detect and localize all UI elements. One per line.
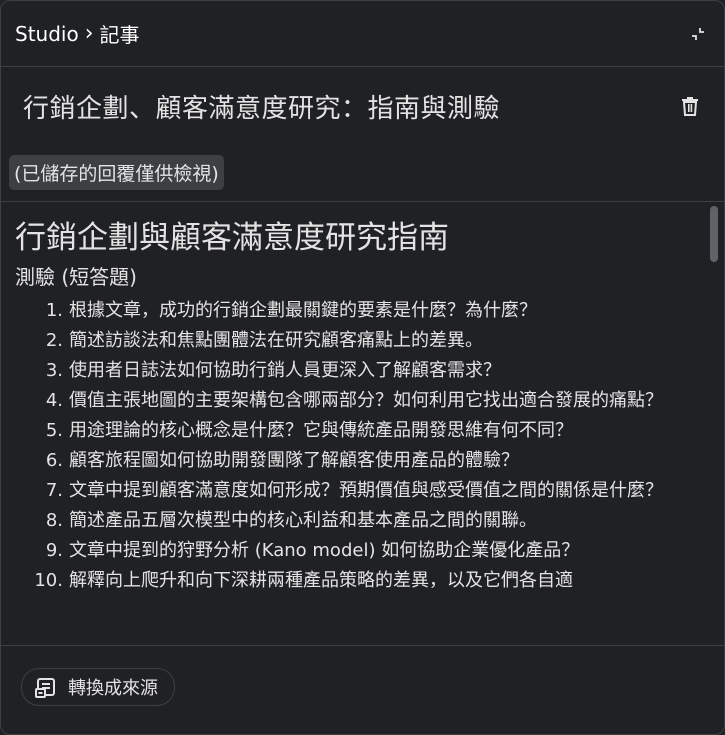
- note-title: 行銷企劃、顧客滿意度研究：指南與測驗: [23, 93, 501, 124]
- collapse-button[interactable]: [686, 22, 710, 46]
- item-number: 3.: [45, 360, 63, 381]
- status-row: (已儲存的回覆僅供檢視): [1, 145, 724, 191]
- panel-header: Studio › 記事: [1, 1, 724, 67]
- item-number: 7.: [45, 480, 63, 501]
- item-number: 4.: [45, 390, 63, 411]
- doc-title: 行銷企劃與顧客滿意度研究指南: [15, 220, 449, 256]
- panel-footer: 轉換成來源: [1, 645, 724, 731]
- item-number: 6.: [45, 450, 63, 471]
- item-number: 9.: [45, 540, 63, 561]
- note-content: 行銷企劃與顧客滿意度研究指南 測驗 (短答題) 1. 根據文章，成功的行銷企劃最關…: [1, 202, 724, 645]
- item-text: 使用者日誌法如何協助行銷人員更深入了解顧客需求？: [69, 360, 501, 381]
- breadcrumb-separator: ›: [84, 20, 94, 46]
- item-text: 價值主張地圖的主要架構包含哪兩部分？如何利用它找出適合發展的痛點？: [69, 390, 663, 411]
- list-item: 10. 解釋向上爬升和向下深耕兩種產品策略的差異，以及它們各自適: [15, 566, 724, 596]
- list-item: 8. 簡述產品五層次模型中的核心利益和基本產品之間的關聯。: [15, 506, 724, 536]
- item-text: 文章中提到顧客滿意度如何形成？預期價值與感受價值之間的關係是什麼？: [69, 480, 663, 501]
- item-number: 8.: [45, 510, 63, 531]
- item-text: 根據文章，成功的行銷企劃最關鍵的要素是什麼？為什麼？: [69, 300, 537, 321]
- note-panel: Studio › 記事 行銷企劃、顧客滿意度研究：指南與測驗 (已儲存的回覆僅供…: [0, 0, 725, 735]
- list-item: 2. 簡述訪談法和焦點團體法在研究顧客痛點上的差異。: [15, 326, 724, 356]
- item-text: 用途理論的核心概念是什麼？它與傳統產品開發思維有何不同？: [69, 420, 573, 441]
- convert-label: 轉換成來源: [68, 678, 158, 699]
- item-number: 2.: [45, 330, 63, 351]
- list-item: 9. 文章中提到的狩野分析 (Kano model) 如何協助企業優化產品？: [15, 536, 724, 566]
- list-item: 3. 使用者日誌法如何協助行銷人員更深入了解顧客需求？: [15, 356, 724, 386]
- list-item: 7. 文章中提到顧客滿意度如何形成？預期價值與感受價值之間的關係是什麼？: [15, 476, 724, 506]
- breadcrumb-current: 記事: [99, 23, 140, 47]
- convert-to-source-button[interactable]: 轉換成來源: [21, 668, 175, 706]
- question-list: 1. 根據文章，成功的行銷企劃最關鍵的要素是什麼？為什麼？ 2. 簡述訪談法和焦點團…: [15, 296, 724, 596]
- item-text: 簡述訪談法和焦點團體法在研究顧客痛點上的差異。: [69, 330, 483, 351]
- scrollbar-thumb[interactable]: [710, 206, 718, 262]
- section-title: 測驗 (短答題): [15, 265, 137, 289]
- status-badge: (已儲存的回覆僅供檢視): [9, 155, 224, 190]
- item-text: 解釋向上爬升和向下深耕兩種產品策略的差異，以及它們各自適: [69, 570, 573, 591]
- list-item: 1. 根據文章，成功的行銷企劃最關鍵的要素是什麼？為什麼？: [15, 296, 724, 326]
- note-title-bar: 行銷企劃、顧客滿意度研究：指南與測驗: [1, 67, 724, 145]
- breadcrumb-studio[interactable]: Studio: [15, 22, 79, 46]
- list-item: 4. 價值主張地圖的主要架構包含哪兩部分？如何利用它找出適合發展的痛點？: [15, 386, 724, 416]
- item-text: 顧客旅程圖如何協助開發團隊了解顧客使用產品的體驗？: [69, 450, 519, 471]
- item-number: 5.: [45, 420, 63, 441]
- item-text: 文章中提到的狩野分析 (Kano model) 如何協助企業優化產品？: [69, 540, 580, 561]
- delete-note-button[interactable]: [678, 94, 702, 118]
- item-number: 1.: [45, 300, 63, 321]
- convert-source-icon: [34, 675, 58, 699]
- list-item: 6. 顧客旅程圖如何協助開發團隊了解顧客使用產品的體驗？: [15, 446, 724, 476]
- item-number: 10.: [34, 570, 63, 591]
- breadcrumb: Studio › 記事: [15, 19, 140, 48]
- trash-icon: [682, 97, 698, 116]
- list-item: 5. 用途理論的核心概念是什麼？它與傳統產品開發思維有何不同？: [15, 416, 724, 446]
- item-text: 簡述產品五層次模型中的核心利益和基本產品之間的關聯。: [69, 510, 537, 531]
- collapse-icon: [692, 27, 704, 40]
